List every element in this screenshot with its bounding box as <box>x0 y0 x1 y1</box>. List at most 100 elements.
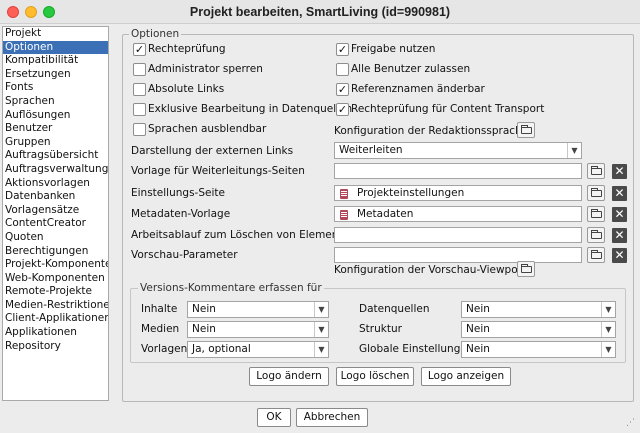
field-value: Projekteinstellungen <box>357 187 465 199</box>
sidebar-item[interactable]: Datenbanken <box>3 190 108 204</box>
browse-button[interactable] <box>587 185 605 201</box>
cancel-button[interactable]: Abbrechen <box>296 408 368 427</box>
sidebar-item[interactable]: Auftragsverwaltung <box>3 163 108 177</box>
checkbox-label: Sprachen ausblendbar <box>148 123 267 135</box>
chevron-down-icon: ▼ <box>601 342 615 357</box>
browse-button[interactable] <box>587 227 605 243</box>
sidebar-item[interactable]: Auflösungen <box>3 109 108 123</box>
versions-right-select[interactable]: Nein ▼ <box>461 321 616 338</box>
sidebar-item[interactable]: Repository <box>3 340 108 354</box>
browse-button[interactable] <box>587 206 605 222</box>
field-label: Vorlage für Weiterleitungs-Seiten <box>131 165 305 177</box>
folder-icon <box>591 188 602 197</box>
link-display-value: Weiterleiten <box>339 144 403 156</box>
sidebar-item[interactable]: Gruppen <box>3 136 108 150</box>
versions-left-label: Vorlagen <box>141 343 188 355</box>
link-display-select[interactable]: Weiterleiten ▼ <box>334 142 582 159</box>
sidebar-item[interactable]: Fonts <box>3 81 108 95</box>
versions-left-value: Ja, optional <box>192 343 251 355</box>
field-input[interactable]: Projekteinstellungen <box>334 185 582 201</box>
versions-group: Versions-Kommentare erfassen für Inhalte… <box>130 282 626 363</box>
ok-button[interactable]: OK <box>257 408 291 427</box>
field-input[interactable] <box>334 227 582 243</box>
versions-left-select[interactable]: Nein ▼ <box>187 301 329 318</box>
viewport-config-label: Konfiguration der Vorschau-Viewports <box>334 264 532 276</box>
sidebar-item[interactable]: Projekt-Komponenten <box>3 258 108 272</box>
folder-icon <box>591 209 602 218</box>
versions-left-select[interactable]: Ja, optional ▼ <box>187 341 329 358</box>
versions-left-value: Nein <box>192 303 216 315</box>
versions-left-label: Inhalte <box>141 303 178 315</box>
folder-icon <box>591 230 602 239</box>
link-display-label: Darstellung der externen Links <box>131 145 294 157</box>
versions-right-value: Nein <box>466 303 490 315</box>
checkbox[interactable] <box>133 123 146 136</box>
sidebar-item[interactable]: Quoten <box>3 231 108 245</box>
clear-button[interactable]: ✕ <box>612 228 627 243</box>
field-input[interactable] <box>334 163 582 179</box>
sidebar-item[interactable]: Optionen <box>3 40 108 55</box>
clear-button[interactable]: ✕ <box>612 186 627 201</box>
sidebar-item[interactable]: Auftragsübersicht <box>3 149 108 163</box>
versions-right-label: Datenquellen <box>359 303 430 315</box>
browse-button[interactable] <box>587 163 605 179</box>
versions-right-select[interactable]: Nein ▼ <box>461 341 616 358</box>
field-input[interactable]: Metadaten <box>334 206 582 222</box>
checkbox[interactable] <box>133 103 146 116</box>
viewport-config-button[interactable] <box>517 261 535 277</box>
field-label: Vorschau-Parameter <box>131 249 238 261</box>
clear-button[interactable]: ✕ <box>612 207 627 222</box>
window-title: Projekt bearbeiten, SmartLiving (id=9909… <box>189 5 451 19</box>
options-group: Optionen ✓ Rechteprüfung ✓ Freigabe nutzen A… <box>122 28 634 402</box>
logo-change-button[interactable]: Logo ändern <box>249 367 329 386</box>
chevron-down-icon: ▼ <box>314 342 328 357</box>
main-panel: Optionen ✓ Rechteprüfung ✓ Freigabe nutzen A… <box>122 28 634 403</box>
sidebar-item[interactable]: Vorlagensätze <box>3 204 108 218</box>
sidebar-item[interactable]: ContentCreator <box>3 217 108 231</box>
sidebar-item[interactable]: Berechtigungen <box>3 245 108 259</box>
sidebar-item[interactable]: Sprachen <box>3 95 108 109</box>
clear-button[interactable]: ✕ <box>612 164 627 179</box>
logo-show-button[interactable]: Logo anzeigen <box>421 367 511 386</box>
sidebar-item[interactable]: Benutzer <box>3 122 108 136</box>
folder-icon <box>521 264 532 273</box>
checkbox[interactable]: ✓ <box>336 43 349 56</box>
field-label: Einstellungs-Seite <box>131 187 225 199</box>
versions-left-select[interactable]: Nein ▼ <box>187 321 329 338</box>
document-icon <box>340 210 348 220</box>
chevron-down-icon: ▼ <box>567 143 581 158</box>
clear-button[interactable]: ✕ <box>612 248 627 263</box>
sidebar-item[interactable]: Client-Applikationen <box>3 312 108 326</box>
sidebar-item[interactable]: Projekt <box>3 27 108 41</box>
checkbox-label: Administrator sperren <box>148 63 263 75</box>
versions-left-value: Nein <box>192 323 216 335</box>
folder-icon <box>521 125 532 134</box>
sidebar-item[interactable]: Medien-Restriktionen <box>3 299 108 313</box>
chevron-down-icon: ▼ <box>601 302 615 317</box>
checkbox-label: Rechteprüfung <box>148 43 226 55</box>
logo-delete-button[interactable]: Logo löschen <box>336 367 414 386</box>
sidebar-item[interactable]: Kompatibilität <box>3 54 108 68</box>
lang-config-button[interactable] <box>517 122 535 138</box>
resize-grip-icon[interactable]: ⋰ <box>626 418 636 428</box>
browse-button[interactable] <box>587 247 605 263</box>
sidebar-nav: Projekt Optionen Kompatibilität Ersetzungen… <box>2 26 109 401</box>
checkbox-label: Alle Benutzer zulassen <box>351 63 471 75</box>
sidebar-item[interactable]: Aktionsvorlagen <box>3 177 108 191</box>
checkbox[interactable] <box>133 83 146 96</box>
sidebar-item[interactable]: Remote-Projekte <box>3 285 108 299</box>
checkbox[interactable]: ✓ <box>336 103 349 116</box>
checkbox[interactable]: ✓ <box>336 83 349 96</box>
checkbox[interactable]: ✓ <box>133 43 146 56</box>
checkbox[interactable] <box>336 63 349 76</box>
versions-right-select[interactable]: Nein ▼ <box>461 301 616 318</box>
sidebar-item[interactable]: Applikationen <box>3 326 108 340</box>
title-bar: Projekt bearbeiten, SmartLiving (id=9909… <box>0 0 640 24</box>
sidebar-item[interactable]: Ersetzungen <box>3 68 108 82</box>
sidebar-item[interactable]: Web-Komponenten <box>3 272 108 286</box>
checkbox[interactable] <box>133 63 146 76</box>
versions-right-label: Globale Einstellungen <box>359 343 474 355</box>
versions-right-value: Nein <box>466 323 490 335</box>
field-input[interactable] <box>334 247 582 263</box>
versions-right-value: Nein <box>466 343 490 355</box>
